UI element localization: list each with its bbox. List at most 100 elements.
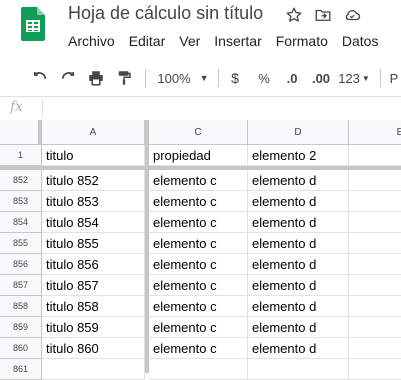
cell[interactable]: elemento c bbox=[149, 317, 248, 338]
spreadsheet-grid: A C D E 1 titulo propiedad elemento 2 85… bbox=[0, 120, 401, 380]
cell[interactable]: elemento c bbox=[149, 233, 248, 254]
cell[interactable]: titulo 853 bbox=[42, 191, 145, 212]
cell[interactable]: elemento d bbox=[248, 317, 349, 338]
currency-button[interactable]: $ bbox=[225, 64, 245, 92]
column-header-e[interactable]: E bbox=[349, 120, 401, 144]
document-title[interactable]: Hoja de cálculo sin título bbox=[68, 3, 263, 24]
cell[interactable] bbox=[42, 359, 145, 380]
row-number[interactable]: 860 bbox=[0, 338, 42, 359]
cell[interactable]: elemento d bbox=[248, 170, 349, 191]
cell[interactable]: titulo 852 bbox=[42, 170, 145, 191]
star-icon[interactable] bbox=[284, 5, 304, 25]
cell[interactable] bbox=[349, 338, 401, 359]
row-number[interactable]: 861 bbox=[0, 359, 42, 380]
row-number[interactable]: 855 bbox=[0, 233, 42, 254]
cell[interactable]: titulo 857 bbox=[42, 275, 145, 296]
table-row: 861 bbox=[0, 359, 401, 380]
cell[interactable]: titulo 855 bbox=[42, 233, 145, 254]
print-icon[interactable] bbox=[84, 64, 108, 92]
table-row: 854 titulo 854 elemento c elemento d bbox=[0, 212, 401, 233]
row-number[interactable]: 856 bbox=[0, 254, 42, 275]
cell[interactable] bbox=[349, 275, 401, 296]
cell[interactable]: elemento d bbox=[248, 296, 349, 317]
formula-input[interactable] bbox=[48, 97, 398, 120]
menu-insertar[interactable]: Insertar bbox=[207, 31, 268, 51]
table-row: 855 titulo 855 elemento c elemento d bbox=[0, 233, 401, 254]
cell[interactable] bbox=[248, 359, 349, 380]
row-number[interactable]: 853 bbox=[0, 191, 42, 212]
menu-bar: Archivo Editar Ver Insertar Formato Dato… bbox=[61, 31, 385, 51]
row-number[interactable]: 854 bbox=[0, 212, 42, 233]
cell[interactable] bbox=[349, 254, 401, 275]
fx-icon: fx bbox=[10, 99, 24, 115]
move-to-folder-icon[interactable] bbox=[313, 5, 333, 25]
column-header-a[interactable]: A bbox=[42, 120, 145, 144]
row-number[interactable]: 858 bbox=[0, 296, 42, 317]
cell[interactable]: titulo 860 bbox=[42, 338, 145, 359]
table-row: 857 titulo 857 elemento c elemento d bbox=[0, 275, 401, 296]
cell[interactable] bbox=[349, 359, 401, 380]
cell[interactable] bbox=[349, 212, 401, 233]
menu-datos[interactable]: Datos bbox=[335, 31, 386, 51]
cell[interactable]: titulo bbox=[42, 145, 145, 166]
more-formats-button[interactable]: 123 ▼ bbox=[336, 64, 372, 92]
cloud-status-icon[interactable] bbox=[342, 5, 362, 25]
cell[interactable]: titulo 856 bbox=[42, 254, 145, 275]
cell[interactable]: elemento c bbox=[149, 212, 248, 233]
chevron-down-icon: ▼ bbox=[199, 73, 209, 83]
cell[interactable]: elemento c bbox=[149, 254, 248, 275]
redo-icon[interactable] bbox=[56, 64, 80, 92]
row-number[interactable]: 859 bbox=[0, 317, 42, 338]
cell[interactable]: titulo 854 bbox=[42, 212, 145, 233]
undo-icon[interactable] bbox=[28, 64, 52, 92]
cell[interactable]: elemento d bbox=[248, 275, 349, 296]
row-number[interactable]: 852 bbox=[0, 170, 42, 191]
sheets-logo-icon[interactable] bbox=[21, 7, 45, 41]
cell[interactable]: elemento d bbox=[248, 254, 349, 275]
cell[interactable] bbox=[349, 170, 401, 191]
cell[interactable] bbox=[349, 296, 401, 317]
row-number[interactable]: 857 bbox=[0, 275, 42, 296]
toolbar: 100% ▼ $ % .0 .00 123 ▼ P bbox=[0, 64, 401, 92]
paint-format-icon[interactable] bbox=[112, 64, 136, 92]
table-row: 853 titulo 853 elemento c elemento d bbox=[0, 191, 401, 212]
table-row: 858 titulo 858 elemento c elemento d bbox=[0, 296, 401, 317]
increase-decimals-button[interactable]: .00 bbox=[307, 64, 335, 92]
menu-archivo[interactable]: Archivo bbox=[61, 31, 122, 51]
cell[interactable]: titulo 859 bbox=[42, 317, 145, 338]
cell[interactable]: elemento 2 bbox=[248, 145, 349, 166]
cell[interactable] bbox=[349, 317, 401, 338]
cell[interactable]: propiedad bbox=[149, 145, 248, 166]
cell[interactable] bbox=[349, 145, 401, 166]
cell[interactable]: titulo 858 bbox=[42, 296, 145, 317]
cell[interactable]: elemento c bbox=[149, 191, 248, 212]
cell[interactable] bbox=[349, 233, 401, 254]
font-select[interactable]: P bbox=[388, 64, 400, 92]
more-formats-label: 123 bbox=[338, 70, 360, 86]
cell[interactable]: elemento d bbox=[248, 338, 349, 359]
cell[interactable]: elemento c bbox=[149, 275, 248, 296]
percent-button[interactable]: % bbox=[254, 64, 274, 92]
cell[interactable]: elemento c bbox=[149, 338, 248, 359]
zoom-select[interactable]: 100% ▼ bbox=[152, 64, 214, 92]
cell[interactable]: elemento c bbox=[149, 170, 248, 191]
cell[interactable]: elemento c bbox=[149, 296, 248, 317]
formula-bar: fx bbox=[0, 96, 401, 121]
decrease-decimals-button[interactable]: .0 bbox=[280, 64, 304, 92]
menu-editar[interactable]: Editar bbox=[122, 31, 173, 51]
select-all-corner[interactable] bbox=[0, 120, 42, 144]
cell[interactable]: elemento d bbox=[248, 212, 349, 233]
column-header-row: A C D E bbox=[0, 120, 401, 145]
frozen-column-divider[interactable] bbox=[145, 120, 149, 373]
cell[interactable]: elemento d bbox=[248, 233, 349, 254]
row-number[interactable]: 1 bbox=[0, 145, 42, 166]
cell[interactable]: elemento d bbox=[248, 191, 349, 212]
menu-formato[interactable]: Formato bbox=[269, 31, 335, 51]
column-header-d[interactable]: D bbox=[248, 120, 349, 144]
menu-ver[interactable]: Ver bbox=[172, 31, 207, 51]
zoom-value: 100% bbox=[157, 70, 191, 86]
decrease-decimals-label: .0 bbox=[286, 70, 298, 86]
cell[interactable] bbox=[149, 359, 248, 380]
column-header-c[interactable]: C bbox=[149, 120, 248, 144]
cell[interactable] bbox=[349, 191, 401, 212]
